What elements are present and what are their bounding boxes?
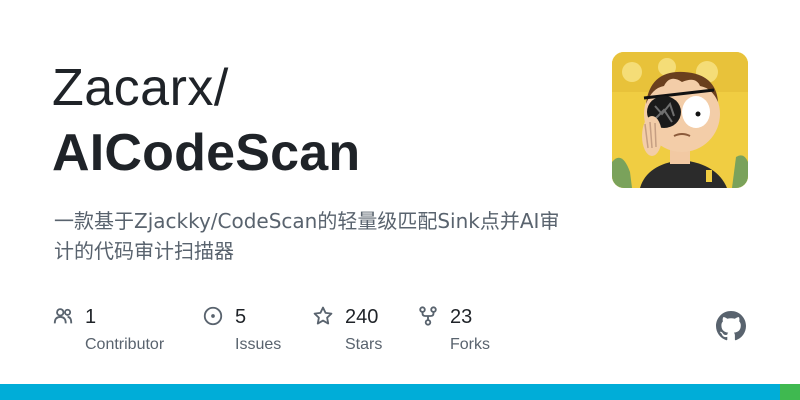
repo-social-card: Zacarx/ AICodeScan 一款基于Zjackky/CodeScan的… bbox=[0, 0, 800, 400]
stat-stars[interactable]: 240 Stars bbox=[312, 305, 417, 357]
issues-label: Issues bbox=[235, 336, 282, 353]
repo-stats: 1 Contributor 5 Issues 240 Stars 23 Fork… bbox=[52, 305, 567, 357]
fork-icon bbox=[419, 306, 437, 326]
stat-forks[interactable]: 23 Forks bbox=[417, 305, 567, 357]
repo-description: 一款基于Zjackky/CodeScan的轻量级匹配Sink点并AI审计的代码审… bbox=[54, 209, 560, 263]
stars-count: 240 bbox=[345, 306, 379, 328]
issues-count: 5 bbox=[235, 306, 247, 328]
owner-avatar[interactable] bbox=[612, 52, 748, 188]
contributors-label: Contributor bbox=[85, 336, 165, 353]
language-segment-1 bbox=[780, 384, 800, 400]
star-icon bbox=[313, 306, 333, 325]
stat-issues[interactable]: 5 Issues bbox=[202, 305, 312, 357]
forks-count: 23 bbox=[450, 306, 473, 328]
issue-icon bbox=[203, 306, 223, 326]
stars-label: Stars bbox=[345, 336, 383, 353]
repo-name[interactable]: AICodeScan bbox=[52, 123, 360, 183]
people-icon bbox=[53, 308, 73, 324]
language-bar bbox=[0, 384, 800, 400]
language-segment-0 bbox=[0, 384, 780, 400]
avatar-illustration bbox=[612, 52, 748, 188]
github-mark-icon[interactable] bbox=[715, 310, 747, 342]
contributors-count: 1 bbox=[85, 306, 97, 328]
stat-contributors[interactable]: 1 Contributor bbox=[52, 305, 202, 357]
forks-label: Forks bbox=[450, 336, 490, 353]
repo-owner[interactable]: Zacarx/ bbox=[52, 58, 229, 118]
